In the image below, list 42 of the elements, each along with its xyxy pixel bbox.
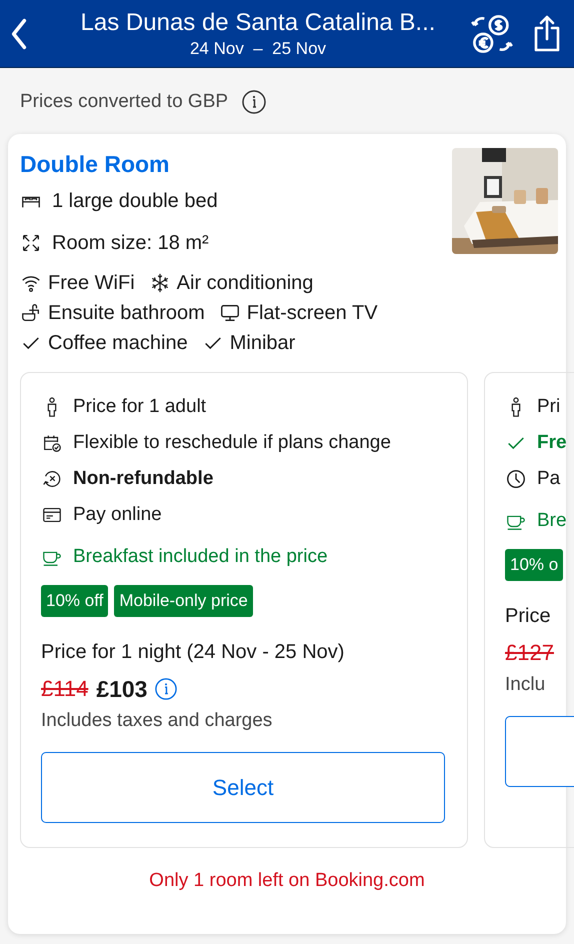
original-price: £114	[41, 676, 88, 702]
facility-text: Room size: 18 m²	[52, 232, 209, 254]
condition-text: Non-refundable	[73, 468, 214, 490]
price-label: Price for 1 night (24 Nov - 25 Nov)	[41, 641, 346, 664]
condition-text: Fre	[537, 432, 567, 454]
taxes-note: Includes taxes and charges	[41, 710, 274, 732]
facility-text: 1 large double bed	[52, 190, 218, 212]
clock-icon	[505, 468, 527, 490]
condition-text: Flexible to reschedule if plans change	[73, 432, 391, 454]
condition-text: Pay online	[73, 504, 162, 526]
meal-text: Bre	[537, 510, 567, 532]
taxes-note: Inclu	[505, 674, 546, 696]
cancel-clock-icon	[41, 468, 63, 490]
meal-text: Breakfast included in the price	[73, 546, 328, 568]
hotel-title: Las Dunas de Santa Catalina B...	[80, 8, 436, 38]
back-icon[interactable]	[10, 18, 28, 50]
deal-badge: Mobile-only price	[114, 585, 253, 617]
condition-text: Pa	[537, 468, 560, 490]
availability-warning: Only 1 room left on Booking.com	[148, 870, 426, 892]
amenity-text: Air conditioning	[176, 272, 314, 294]
currency-notice: Prices converted to GBP	[20, 91, 228, 113]
monitor-icon	[218, 302, 241, 324]
room-name[interactable]: Double Room	[20, 148, 218, 180]
original-price: £127	[505, 640, 554, 666]
info-icon[interactable]	[155, 678, 178, 700]
bathtub-icon	[20, 302, 42, 324]
condition-text: Price for 1 adult	[73, 396, 206, 418]
amenity-text: Coffee machine	[48, 332, 188, 354]
expand-icon	[20, 232, 42, 254]
amenity-text: Free WiFi	[48, 272, 135, 294]
deal-badge: 10% o	[505, 549, 564, 581]
deal-badge: 10% off	[41, 585, 108, 617]
amenity-text: Minibar	[230, 332, 296, 354]
price-label: Price	[505, 605, 552, 628]
condition-text: Pri	[537, 396, 560, 418]
info-icon[interactable]	[242, 90, 266, 114]
amenity-text: Flat-screen TV	[246, 302, 378, 324]
stay-dates: 24 Nov – 25 Nov	[188, 38, 328, 60]
select-button[interactable]: Select	[41, 752, 445, 823]
amenity-text: Ensuite bathroom	[48, 302, 205, 324]
current-price: £103	[96, 676, 148, 702]
share-icon[interactable]	[532, 14, 562, 54]
